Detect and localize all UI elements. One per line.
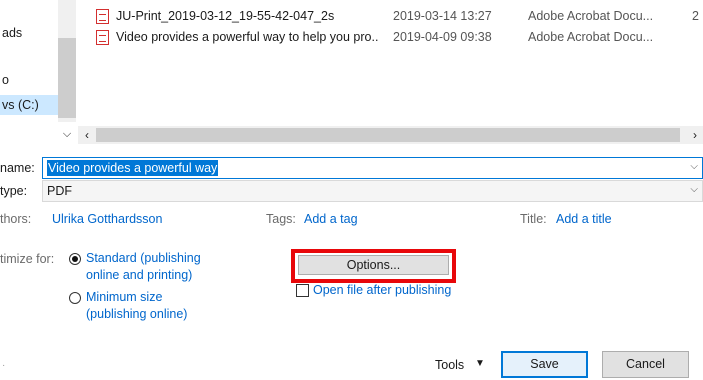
file-row[interactable]: JU-Print_2019-03-12_19-55-42-047_2s 2019… (96, 6, 703, 26)
chevron-down-icon[interactable]: ⌵ (690, 184, 698, 195)
save-button[interactable]: Save (501, 351, 588, 378)
file-date: 2019-03-14 13:27 (393, 9, 492, 23)
file-row[interactable]: Video provides a powerful way to help yo… (96, 27, 703, 47)
horizontal-scrollbar-thumb[interactable] (96, 128, 680, 142)
file-type: Adobe Acrobat Docu... (528, 9, 654, 23)
chevron-down-icon[interactable]: ⌵ (690, 161, 698, 172)
authors-field[interactable]: Ulrika Gotthardsson (52, 210, 162, 228)
chevron-down-icon[interactable]: ⌵ (58, 126, 76, 142)
pdf-file-icon (96, 9, 109, 24)
nav-item-downloads[interactable]: ads (0, 23, 58, 43)
radio-standard-label-line2[interactable]: online and printing) (86, 267, 192, 284)
radio-minimum-label-line2[interactable]: (publishing online) (86, 306, 187, 323)
type-value: PDF (47, 184, 72, 198)
open-after-publishing-label[interactable]: Open file after publishing (313, 281, 451, 299)
scroll-left-icon[interactable]: ‹ (80, 126, 94, 144)
filename-label: name: (0, 161, 35, 175)
nav-item-local-disk[interactable]: vs (C:) (0, 95, 58, 115)
radio-standard-label[interactable]: Standard (publishing (86, 250, 201, 267)
nav-item-label: ads (2, 26, 23, 40)
file-type: Adobe Acrobat Docu... (528, 30, 654, 44)
title-label: Title: (520, 212, 547, 226)
radio-standard[interactable] (69, 253, 81, 265)
optimize-label: timize for: (0, 252, 55, 266)
resize-grip-icon: · (2, 360, 6, 371)
tools-menu[interactable]: Tools (435, 356, 464, 374)
file-date: 2019-04-09 09:38 (393, 30, 492, 44)
nav-scrollbar-thumb[interactable] (58, 38, 76, 118)
pdf-file-icon (96, 30, 109, 45)
nav-item-this-pc[interactable]: o (0, 70, 58, 90)
cancel-button[interactable]: Cancel (602, 351, 689, 378)
type-label: type: (0, 184, 28, 198)
open-after-publishing-checkbox[interactable] (296, 284, 309, 297)
tags-field[interactable]: Add a tag (304, 210, 358, 228)
authors-label: thors: (0, 212, 32, 226)
radio-minimum[interactable] (69, 292, 81, 304)
filename-value: Video provides a powerful way (47, 160, 219, 176)
scroll-right-icon[interactable]: › (688, 126, 702, 144)
type-select[interactable]: PDF ⌵ (42, 180, 703, 202)
nav-item-label: o (2, 73, 9, 87)
radio-minimum-label[interactable]: Minimum size (86, 289, 162, 306)
file-size: 2 (692, 9, 699, 23)
file-name: Video provides a powerful way to help yo… (116, 30, 378, 44)
options-button[interactable]: Options... (298, 255, 449, 275)
title-field[interactable]: Add a title (556, 210, 612, 228)
filename-input[interactable]: Video provides a powerful way ⌵ (42, 157, 703, 179)
file-name: JU-Print_2019-03-12_19-55-42-047_2s (116, 9, 335, 23)
nav-item-label: vs (C:) (2, 98, 39, 112)
tags-label: Tags: (266, 212, 296, 226)
caret-down-icon[interactable]: ▼ (475, 356, 485, 372)
